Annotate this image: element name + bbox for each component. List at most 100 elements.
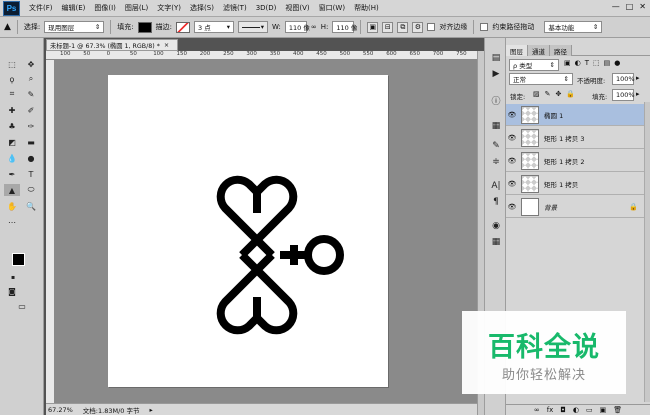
group-icon[interactable]: ▭: [586, 406, 593, 414]
foreground-color-swatch[interactable]: [12, 253, 25, 266]
new-layer-icon[interactable]: ▣: [600, 406, 607, 414]
3d-panel-icon[interactable]: ◉: [489, 220, 503, 232]
align-edges-checkbox[interactable]: [427, 23, 436, 31]
zoom-level[interactable]: 67.27%: [48, 406, 73, 414]
layer-name[interactable]: 背景: [544, 202, 557, 212]
lasso-tool-icon[interactable]: ϙ: [4, 73, 20, 85]
link-icon[interactable]: ∞: [534, 406, 540, 414]
opacity-arrow-icon[interactable]: ▸: [636, 74, 640, 82]
menu-image[interactable]: 图像(I): [94, 3, 116, 13]
stroke-type-dropdown[interactable]: ▾: [238, 21, 268, 33]
constrain-path-checkbox[interactable]: [480, 23, 489, 31]
fill-arrow-icon[interactable]: ▸: [636, 90, 640, 98]
tab-layers[interactable]: 图层: [506, 45, 528, 56]
layer-row[interactable]: 👁 椭圆 1: [506, 104, 644, 126]
menu-layer[interactable]: 图层(L): [125, 3, 148, 13]
fill-input[interactable]: 100%: [612, 89, 635, 101]
menu-help[interactable]: 帮助(H): [354, 3, 379, 13]
menu-filter[interactable]: 滤镜(T): [223, 3, 247, 13]
visibility-eye-icon[interactable]: 👁: [506, 111, 518, 119]
lock-transparent-icon[interactable]: ▨: [533, 90, 540, 98]
tool-options-icon[interactable]: ⋯: [4, 216, 20, 228]
character-panel-icon[interactable]: A|: [489, 180, 503, 192]
quick-mask-icon[interactable]: ◙: [4, 285, 20, 297]
type-tool-icon[interactable]: T: [23, 168, 39, 180]
lock-pixels-icon[interactable]: ✎: [545, 90, 551, 98]
status-menu-arrow-icon[interactable]: ▸: [149, 406, 152, 414]
smart-filter-icon[interactable]: ▤: [604, 59, 611, 67]
brush-panel-icon[interactable]: ✎: [489, 140, 503, 152]
adjustments-panel-icon[interactable]: ≑: [489, 156, 503, 168]
healing-brush-icon[interactable]: ✚: [4, 104, 20, 116]
screen-mode-icon[interactable]: ▭: [14, 300, 30, 312]
close-button[interactable]: ✕: [639, 2, 646, 11]
document-canvas[interactable]: [108, 75, 388, 387]
visibility-eye-icon[interactable]: 👁: [506, 180, 518, 188]
layer-row[interactable]: 👁 矩形 1 拷贝 3: [506, 127, 644, 149]
layer-row[interactable]: 👁 矩形 1 拷贝 2: [506, 150, 644, 172]
lock-position-icon[interactable]: ✥: [556, 90, 562, 98]
gradient-tool-icon[interactable]: ▬: [23, 136, 39, 148]
workspace-dropdown[interactable]: 基本功能 ⇕: [544, 21, 603, 33]
height-input[interactable]: 110 像: [332, 21, 357, 33]
path-alignment-icon[interactable]: ⊟: [382, 21, 394, 33]
fill-swatch[interactable]: [137, 21, 152, 33]
hand-tool-icon[interactable]: ✋: [4, 200, 20, 212]
default-colors-icon[interactable]: ▪: [5, 271, 21, 283]
settings-gear-icon[interactable]: ⚙: [412, 21, 424, 33]
marquee-tool-icon[interactable]: ⬚: [4, 58, 20, 70]
menu-type[interactable]: 文字(Y): [157, 3, 181, 13]
blur-tool-icon[interactable]: 💧: [4, 152, 20, 164]
layer-row[interactable]: 👁 矩形 1 拷贝: [506, 173, 644, 195]
shape-filter-icon[interactable]: ⬚: [593, 59, 600, 67]
lock-all-icon[interactable]: 🔒: [566, 90, 575, 98]
history-brush-icon[interactable]: ✑: [23, 120, 39, 132]
dodge-tool-icon[interactable]: ●: [23, 152, 39, 164]
info-panel-icon[interactable]: ⓘ: [489, 94, 503, 107]
menu-3d[interactable]: 3D(D): [256, 4, 277, 12]
stroke-size-dropdown[interactable]: 3 点 ▾: [194, 21, 234, 33]
path-select-tool-icon[interactable]: ▲: [4, 184, 20, 196]
layer-name[interactable]: 矩形 1 拷贝: [544, 179, 578, 189]
layers-scrollbar[interactable]: [644, 102, 650, 402]
tab-channels[interactable]: 通道: [528, 45, 550, 56]
document-tab[interactable]: 未标题-1 @ 67.3% (椭圆 1, RGB/8) * ×: [46, 39, 178, 51]
menu-edit[interactable]: 编辑(E): [62, 3, 86, 13]
zoom-tool-icon[interactable]: 🔍: [23, 200, 39, 212]
swatches-panel-icon[interactable]: ▦: [489, 236, 503, 248]
move-tool-icon[interactable]: ✥: [23, 58, 39, 70]
adjustment-icon[interactable]: ◐: [573, 406, 579, 414]
select-layer-dropdown[interactable]: 现用图层 ⇕: [44, 21, 105, 33]
eyedropper-tool-icon[interactable]: ✎: [23, 88, 39, 100]
stroke-swatch[interactable]: [176, 21, 190, 33]
actions-panel-icon[interactable]: ▶: [489, 68, 503, 80]
type-filter-icon[interactable]: T: [585, 59, 589, 67]
fx-icon[interactable]: fx: [547, 406, 554, 414]
path-operations-icon[interactable]: ▣: [367, 21, 379, 33]
pen-tool-icon[interactable]: ✒: [4, 168, 20, 180]
layer-row[interactable]: 👁 背景 🔒: [506, 196, 644, 218]
close-tab-icon[interactable]: ×: [164, 42, 169, 49]
brush-tool-icon[interactable]: ✐: [23, 104, 39, 116]
minimize-button[interactable]: —: [612, 2, 620, 11]
layer-name[interactable]: 矩形 1 拷贝 3: [544, 133, 584, 143]
ellipse-tool-icon[interactable]: ⬭: [23, 184, 39, 196]
layer-filter-dropdown[interactable]: ρ 类型 ⇕: [509, 59, 559, 71]
visibility-eye-icon[interactable]: 👁: [506, 134, 518, 142]
paragraph-panel-icon[interactable]: ¶: [489, 196, 503, 208]
adjustment-filter-icon[interactable]: ◐: [575, 59, 581, 67]
path-arrangement-icon[interactable]: ⧉: [397, 21, 409, 33]
image-filter-icon[interactable]: ▣: [564, 59, 571, 67]
mask-icon[interactable]: ◘: [560, 406, 566, 414]
trash-icon[interactable]: 🗑: [613, 406, 622, 414]
eraser-tool-icon[interactable]: ◩: [4, 136, 20, 148]
menu-view[interactable]: 视图(V): [285, 3, 309, 13]
clone-stamp-icon[interactable]: ♣: [4, 120, 20, 132]
layer-name[interactable]: 矩形 1 拷贝 2: [544, 156, 584, 166]
filter-toggle-icon[interactable]: ●: [614, 59, 620, 67]
maximize-button[interactable]: □: [626, 2, 634, 11]
menu-file[interactable]: 文件(F): [29, 3, 53, 13]
quick-select-tool-icon[interactable]: ⌕: [23, 73, 39, 85]
visibility-eye-icon[interactable]: 👁: [506, 157, 518, 165]
opacity-input[interactable]: 100%: [612, 73, 635, 85]
